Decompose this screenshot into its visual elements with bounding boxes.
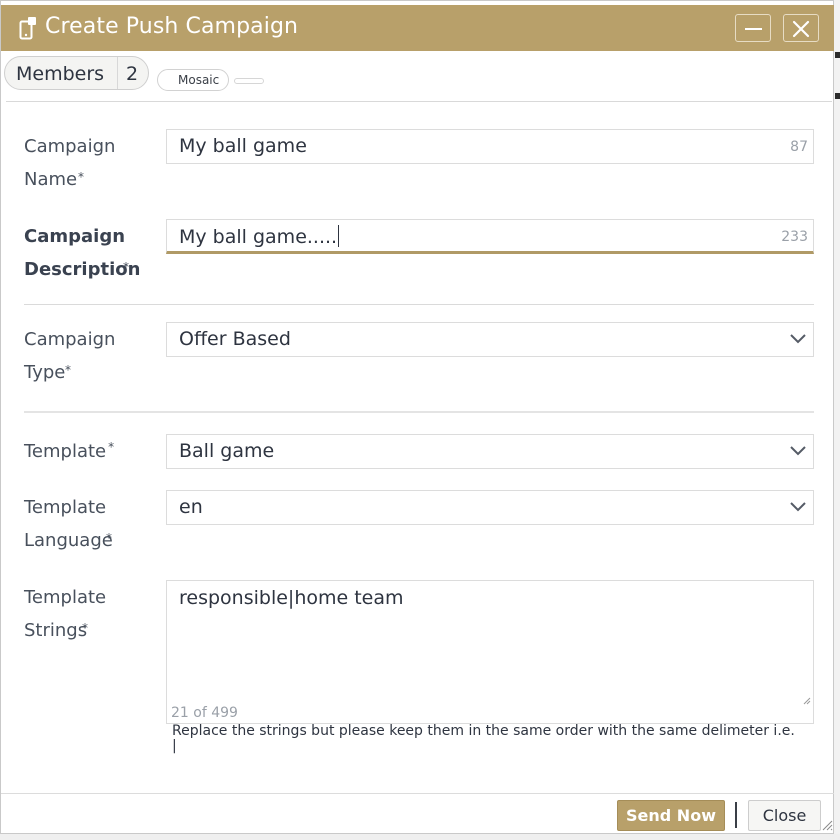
required-marker: * [108, 440, 115, 454]
minimize-icon [745, 28, 762, 30]
required-marker: * [82, 621, 88, 635]
textarea-resize-handle[interactable] [803, 697, 811, 705]
campaign-type-value: Offer Based [179, 328, 291, 350]
campaign-name-label: Campaign Name [24, 130, 124, 196]
tab-members[interactable]: Members 2 [4, 56, 149, 90]
background-edge [834, 0, 840, 840]
tab-members-label: Members [16, 63, 105, 85]
template-language-value: en [179, 496, 203, 518]
tab-divider [117, 57, 118, 89]
campaign-name-input[interactable]: My ball game 87 [166, 129, 814, 164]
required-marker: * [78, 170, 84, 184]
required-marker: * [106, 531, 112, 545]
minimize-button[interactable] [735, 14, 771, 42]
required-marker: * [123, 260, 129, 274]
close-button[interactable]: Close [748, 800, 821, 831]
campaign-name-label-text: Campaign Name [24, 136, 116, 190]
campaign-description-input[interactable]: My ball game..... 233 [166, 219, 814, 254]
button-separator [735, 802, 737, 828]
mobile-push-icon [19, 16, 37, 40]
campaign-type-select[interactable]: Offer Based [166, 322, 814, 357]
campaign-type-label-text: Campaign Type [24, 329, 116, 383]
campaign-description-value: My ball game..... [179, 225, 340, 248]
template-value: Ball game [179, 440, 275, 462]
tab-empty[interactable] [234, 78, 264, 84]
close-window-button[interactable] [783, 14, 819, 42]
edge-mark [835, 52, 840, 58]
dialog-resize-handle[interactable] [821, 819, 833, 831]
tab-mosaic-label: Mosaic [178, 73, 220, 87]
tabs-row: Members 2 Mosaic [4, 56, 834, 96]
campaign-description-label-text: Campaign Description [24, 226, 141, 280]
send-now-button[interactable]: Send Now [617, 800, 725, 831]
template-language-select[interactable]: en [166, 490, 814, 525]
template-strings-hint: Replace the strings but please keep them… [172, 723, 795, 754]
template-select[interactable]: Ball game [166, 434, 814, 469]
close-icon [792, 20, 810, 38]
chevron-down-icon [790, 446, 806, 456]
chevron-down-icon [790, 334, 806, 344]
template-language-label: Template Language [24, 491, 114, 557]
template-label-text: Template [24, 441, 107, 462]
campaign-name-counter: 87 [790, 139, 808, 155]
campaign-type-label: Campaign Type [24, 323, 124, 389]
tab-mosaic[interactable]: Mosaic [157, 69, 229, 91]
chevron-down-icon [790, 502, 806, 512]
footer-divider [1, 793, 835, 794]
template-strings-label: Template Strings [24, 581, 114, 647]
campaign-description-label: Campaign Description [24, 220, 141, 286]
campaign-name-value: My ball game [179, 135, 307, 157]
text-caret [338, 225, 340, 247]
dialog-titlebar[interactable]: Create Push Campaign [1, 5, 835, 51]
template-strings-counter: 21 of 499 [171, 705, 238, 721]
edge-mark [835, 93, 840, 99]
background-edge-bottom [0, 834, 840, 840]
create-push-campaign-dialog: Create Push Campaign Members 2 Mosaic Ca… [0, 0, 835, 834]
template-strings-textarea[interactable]: responsible|home team 21 of 499 [166, 580, 814, 724]
dialog-title: Create Push Campaign [45, 14, 299, 39]
section-divider [24, 411, 814, 413]
required-marker: * [65, 363, 71, 377]
campaign-description-text: My ball game..... [179, 226, 338, 248]
tabs-divider [6, 101, 832, 102]
section-divider [24, 304, 814, 305]
members-count-badge: 2 [126, 63, 139, 85]
campaign-description-counter: 233 [781, 229, 808, 245]
template-language-label-text: Template Language [24, 497, 113, 551]
template-label: Template * [24, 435, 114, 468]
template-strings-value: responsible|home team [179, 587, 404, 609]
template-strings-label-text: Template Strings [24, 587, 107, 641]
